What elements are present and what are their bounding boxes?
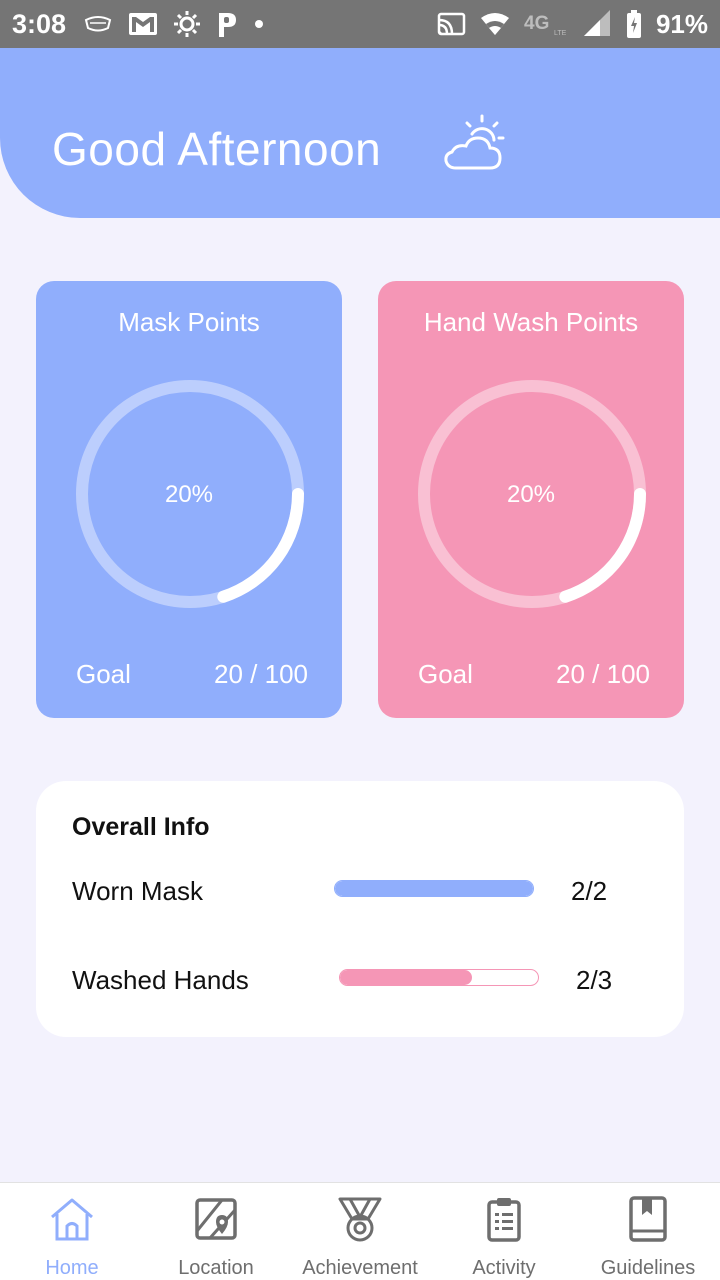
goal-label: Goal: [76, 659, 131, 689]
status-bar: 3:08 4G LTE 91%: [0, 0, 720, 48]
network-4g-icon: 4G LTE: [524, 13, 567, 37]
partly-cloudy-icon: [444, 114, 505, 170]
nav-location[interactable]: Location: [144, 1183, 288, 1280]
battery-icon: [626, 10, 641, 38]
gmail-icon: [129, 13, 158, 35]
worn-mask-value: 2/2: [571, 876, 608, 906]
nav-achievement[interactable]: Achievement: [288, 1183, 432, 1280]
mask-notification-icon: [84, 16, 112, 32]
mask-points-card[interactable]: Mask Points 20% Goal 20 / 100: [36, 281, 342, 718]
card-title: Hand Wash Points: [423, 307, 639, 337]
worn-mask-progress-fill: [335, 881, 533, 896]
goal-label: Goal: [418, 659, 473, 689]
card-title: Mask Points: [118, 307, 260, 337]
nav-label: Achievement: [302, 1257, 418, 1279]
svg-text:4G: 4G: [524, 13, 549, 34]
nav-label: Location: [178, 1257, 254, 1279]
hand-wash-percent-label: 20%: [506, 481, 556, 508]
p-app-icon: [219, 13, 237, 37]
greeting-title: Good Afternoon: [52, 123, 382, 175]
nav-guidelines[interactable]: Guidelines: [576, 1183, 720, 1280]
book-icon: [629, 1196, 667, 1242]
nav-label: Guidelines: [600, 1257, 696, 1279]
worn-mask-label: Worn Mask: [72, 876, 203, 906]
washed-hands-progress-bar: [339, 969, 539, 986]
worn-mask-progress-bar: [334, 880, 534, 897]
bottom-navigation: Home Location Achievement Activity Guide…: [0, 1182, 720, 1280]
nav-label: Home: [45, 1257, 99, 1279]
svg-text:LTE: LTE: [554, 30, 567, 37]
signal-icon: [583, 10, 610, 36]
clipboard-icon: [487, 1198, 521, 1242]
status-time: 3:08: [12, 8, 67, 39]
brightness-icon: [174, 11, 201, 37]
overall-info-card: Overall Info Worn Mask 2/2 Washed Hands …: [36, 781, 684, 1037]
wifi-icon: [480, 13, 509, 35]
header: Good Afternoon: [0, 48, 720, 218]
map-icon: [195, 1198, 237, 1240]
hand-wash-points-card[interactable]: Hand Wash Points 20% Goal 20 / 100: [378, 281, 684, 718]
nav-activity[interactable]: Activity: [432, 1183, 576, 1280]
overall-info-title: Overall Info: [72, 813, 210, 841]
mask-percent-label: 20%: [164, 481, 214, 508]
washed-hands-label: Washed Hands: [72, 965, 249, 995]
nav-label: Activity: [472, 1257, 536, 1279]
battery-percent: 91%: [655, 8, 708, 39]
medal-icon: [338, 1197, 382, 1242]
goal-value: 20 / 100: [556, 659, 650, 689]
nav-home[interactable]: Home: [0, 1183, 144, 1280]
home-icon: [51, 1198, 93, 1241]
dot-icon: [255, 20, 264, 28]
washed-hands-value: 2/3: [576, 965, 613, 995]
washed-hands-progress-fill: [340, 970, 473, 985]
goal-value: 20 / 100: [214, 659, 308, 689]
cast-icon: [437, 12, 466, 36]
